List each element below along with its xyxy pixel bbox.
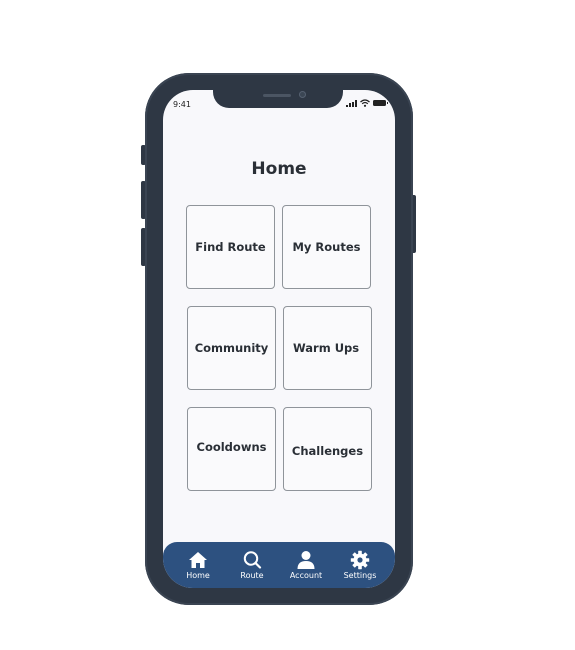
tab-settings-label: Settings: [343, 571, 377, 580]
home-icon: [189, 552, 207, 568]
phone-screen: 9:41 Home Find Route My Routes Community…: [163, 90, 395, 588]
page-title: Home: [251, 159, 307, 179]
speaker-grille: [263, 94, 291, 97]
notch: [213, 90, 343, 108]
warm-ups-button[interactable]: Warm Ups: [283, 306, 372, 390]
tab-settings[interactable]: Settings: [337, 550, 383, 580]
tab-account[interactable]: Account: [283, 550, 329, 580]
signal-icon: [346, 99, 357, 107]
challenges-button[interactable]: Challenges: [283, 407, 372, 491]
bottom-tab-bar: Home Route Account Settings: [163, 542, 395, 588]
status-time: 9:41: [173, 100, 191, 109]
tab-route-label: Route: [240, 571, 264, 580]
status-icons: [346, 99, 388, 107]
front-camera: [299, 91, 306, 98]
tab-home-label: Home: [186, 571, 210, 580]
wifi-icon: [360, 99, 370, 107]
person-icon: [297, 551, 315, 569]
find-route-button[interactable]: Find Route: [186, 205, 275, 289]
battery-icon: [373, 100, 388, 106]
cooldowns-button[interactable]: Cooldowns: [187, 407, 276, 491]
tab-account-label: Account: [289, 571, 323, 580]
community-button[interactable]: Community: [187, 306, 276, 390]
search-icon: [243, 551, 262, 569]
tab-home[interactable]: Home: [175, 550, 221, 580]
tab-route[interactable]: Route: [229, 550, 275, 580]
gear-icon: [350, 550, 370, 570]
my-routes-button[interactable]: My Routes: [282, 205, 371, 289]
